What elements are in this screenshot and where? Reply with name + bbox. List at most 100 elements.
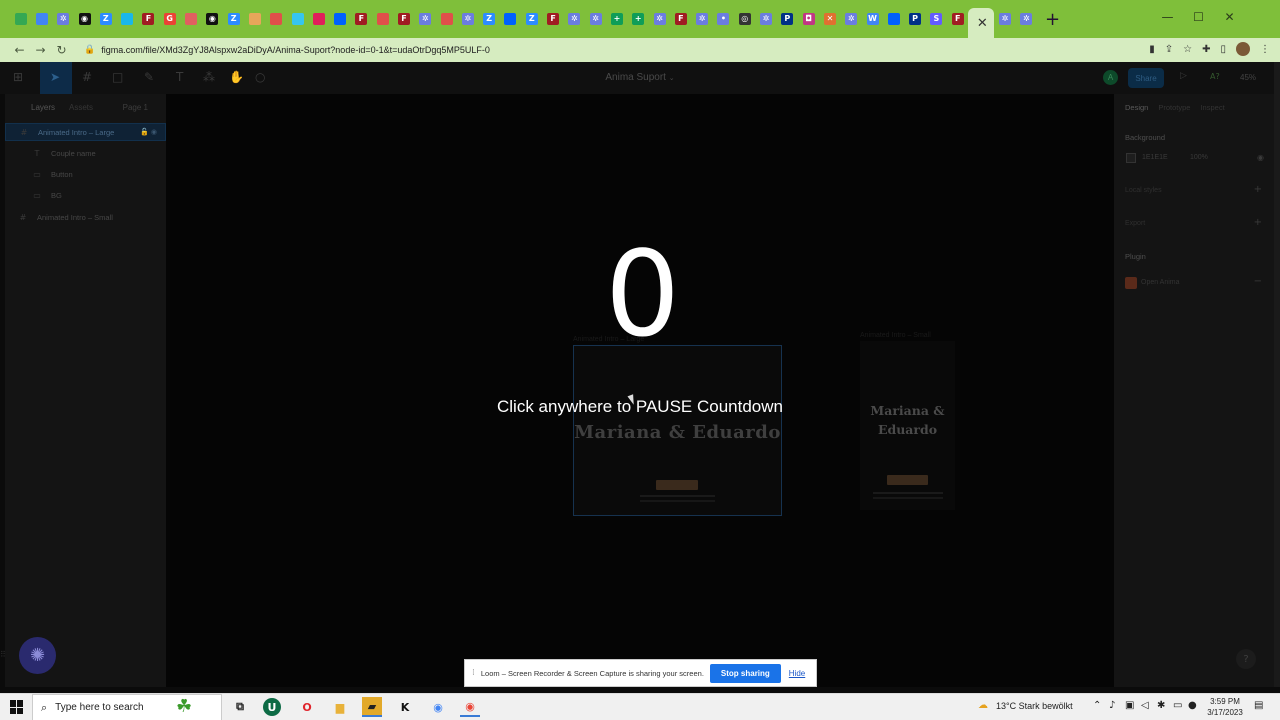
notifications-icon[interactable]: ▤ <box>1254 700 1263 711</box>
minimize-icon[interactable]: — <box>1152 10 1183 24</box>
browser-tab[interactable]: Z <box>95 6 116 32</box>
present-icon[interactable]: ▷ <box>1180 71 1187 81</box>
browser-tab[interactable]: F <box>138 6 159 32</box>
browser-tab[interactable]: • <box>713 6 734 32</box>
tab-inspect[interactable]: Inspect <box>1200 103 1224 112</box>
battery-icon[interactable]: ▭ <box>1173 700 1182 711</box>
tab-assets[interactable]: Assets <box>69 103 93 112</box>
url-bar[interactable]: 🔒 figma.com/file/XMd3ZgYJ8Alspxw2aDiDyA/… <box>78 40 1108 60</box>
stop-sharing-button[interactable]: Stop sharing <box>709 663 781 683</box>
browser-tab[interactable]: F <box>947 6 968 32</box>
browser-tab[interactable] <box>287 6 308 32</box>
eye-icon[interactable]: ◉ <box>1257 153 1264 162</box>
anima-plugin-bubble[interactable]: ✺ <box>19 637 56 674</box>
opera-icon[interactable]: O <box>297 697 317 717</box>
search-placeholder[interactable]: Type here to search <box>55 702 143 713</box>
browser-tab[interactable] <box>266 6 287 32</box>
lock-icon[interactable]: 🔒 <box>84 45 95 55</box>
layer-row[interactable]: ▭ BG <box>5 186 166 204</box>
share-page-icon[interactable]: ⇪ <box>1165 44 1173 55</box>
url-text[interactable]: figma.com/file/XMd3ZgYJ8Alspxw2aDiDyA/An… <box>101 45 490 55</box>
browser-tab[interactable]: ✲ <box>755 6 776 32</box>
browser-tab[interactable]: + <box>628 6 649 32</box>
frame-large-button[interactable] <box>656 480 698 490</box>
layer-row[interactable]: # Animated Intro – Small <box>5 208 166 226</box>
countdown-number[interactable]: 0 <box>540 226 745 362</box>
browser-tab[interactable] <box>180 6 201 32</box>
browser-tab[interactable]: ✲ <box>564 6 585 32</box>
browser-tab[interactable]: ◎ <box>734 6 755 32</box>
browser-tab[interactable] <box>329 6 350 32</box>
browser-tab[interactable]: ◘ <box>798 6 819 32</box>
chrome-active-icon[interactable]: ◉ <box>460 697 480 717</box>
layer-row[interactable]: T Couple name <box>5 144 166 162</box>
profile-avatar[interactable] <box>1236 42 1250 56</box>
sidepanel-icon[interactable]: ▯ <box>1220 44 1226 55</box>
kittl-icon[interactable]: K <box>395 697 415 717</box>
browser-tab[interactable]: Z <box>479 6 500 32</box>
browser-tab[interactable]: ✲ <box>649 6 670 32</box>
frame-small-button[interactable] <box>887 475 928 485</box>
lock-visibility-icon[interactable]: 🔓 ◉ <box>140 128 157 136</box>
page-selector[interactable]: Page 1 <box>123 103 148 112</box>
back-icon[interactable]: ← <box>9 43 30 57</box>
drag-grip-icon[interactable]: ⁞ <box>472 668 475 678</box>
browser-tab[interactable]: ✲ <box>994 6 1015 32</box>
browser-tab[interactable] <box>372 6 393 32</box>
browser-tab[interactable]: P <box>904 6 925 32</box>
browser-tab[interactable] <box>31 6 52 32</box>
browser-tab[interactable]: G <box>159 6 180 32</box>
browser-tab[interactable]: ✲ <box>841 6 862 32</box>
browser-tab[interactable] <box>883 6 904 32</box>
tab-prototype[interactable]: Prototype <box>1158 103 1190 112</box>
drag-handle-icon[interactable]: ⠿ <box>0 650 6 659</box>
browser-tab[interactable]: P <box>777 6 798 32</box>
browser-tab[interactable] <box>308 6 329 32</box>
frame-small-label[interactable]: Animated Intro – Small <box>860 332 931 339</box>
taskbar-clock[interactable]: 3:59 PM 3/17/2023 <box>1200 696 1250 718</box>
browser-tab[interactable]: F <box>393 6 414 32</box>
cast-icon[interactable]: ▮ <box>1149 44 1155 55</box>
background-hex[interactable]: 1E1E1E <box>1142 154 1168 161</box>
page-scrollbar[interactable] <box>1274 62 1280 687</box>
tab-layers[interactable]: Layers <box>31 103 55 112</box>
browser-tab[interactable]: ✲ <box>585 6 606 32</box>
pause-countdown-message[interactable]: Click anywhere to PAUSE Countdown <box>440 397 840 417</box>
new-tab-button[interactable]: + <box>1045 9 1060 30</box>
layer-row[interactable]: ▭ Button <box>5 165 166 183</box>
plugin-open-anima[interactable]: Open Anima <box>1141 279 1180 286</box>
browser-tab[interactable]: W <box>862 6 883 32</box>
browser-tab[interactable]: ✲ <box>457 6 478 32</box>
browser-tab[interactable]: F <box>542 6 563 32</box>
help-icon[interactable]: ? <box>1236 649 1256 669</box>
zoom-level[interactable]: 45% <box>1240 73 1256 82</box>
browser-tab[interactable] <box>436 6 457 32</box>
bookmark-star-icon[interactable]: ☆ <box>1183 44 1192 55</box>
sticky-notes-icon[interactable]: ▰ <box>362 697 382 717</box>
collaborator-avatar[interactable]: A <box>1103 70 1118 85</box>
file-title-text[interactable]: Anima Suport <box>605 72 666 83</box>
browser-tab[interactable]: F <box>351 6 372 32</box>
mic-tray-icon[interactable]: ● <box>1188 700 1197 711</box>
browser-tab[interactable] <box>116 6 137 32</box>
task-view-icon[interactable]: ⧉ <box>230 697 250 717</box>
plugin-remove-icon[interactable]: − <box>1254 276 1262 287</box>
browser-tab[interactable]: Z <box>223 6 244 32</box>
add-export-icon[interactable]: + <box>1254 217 1262 228</box>
maximize-icon[interactable]: ☐ <box>1183 10 1214 24</box>
browser-tab[interactable]: ✲ <box>415 6 436 32</box>
browser-tab[interactable]: ◉ <box>74 6 95 32</box>
tray-chevron-icon[interactable]: ⌃ <box>1093 700 1101 711</box>
taskbar-search[interactable]: ⌕ Type here to search <box>32 694 222 720</box>
close-tab-icon[interactable]: ✕ <box>977 16 988 31</box>
chrome-icon[interactable]: ◉ <box>428 697 448 717</box>
dev-mode-icon[interactable]: A? <box>1210 72 1220 81</box>
anima-plugin-icon[interactable] <box>1125 277 1137 289</box>
windows-start-icon[interactable] <box>10 700 24 714</box>
layer-row[interactable]: # Animated Intro – Large 🔓 ◉ <box>5 123 166 141</box>
weather-text[interactable]: 13°C Stark bewölkt <box>996 701 1073 711</box>
chevron-down-icon[interactable]: ⌄ <box>669 75 675 82</box>
file-title[interactable]: Anima Suport ⌄ <box>0 72 1280 83</box>
close-window-icon[interactable]: ✕ <box>1214 10 1245 24</box>
share-button[interactable]: Share <box>1128 68 1164 88</box>
